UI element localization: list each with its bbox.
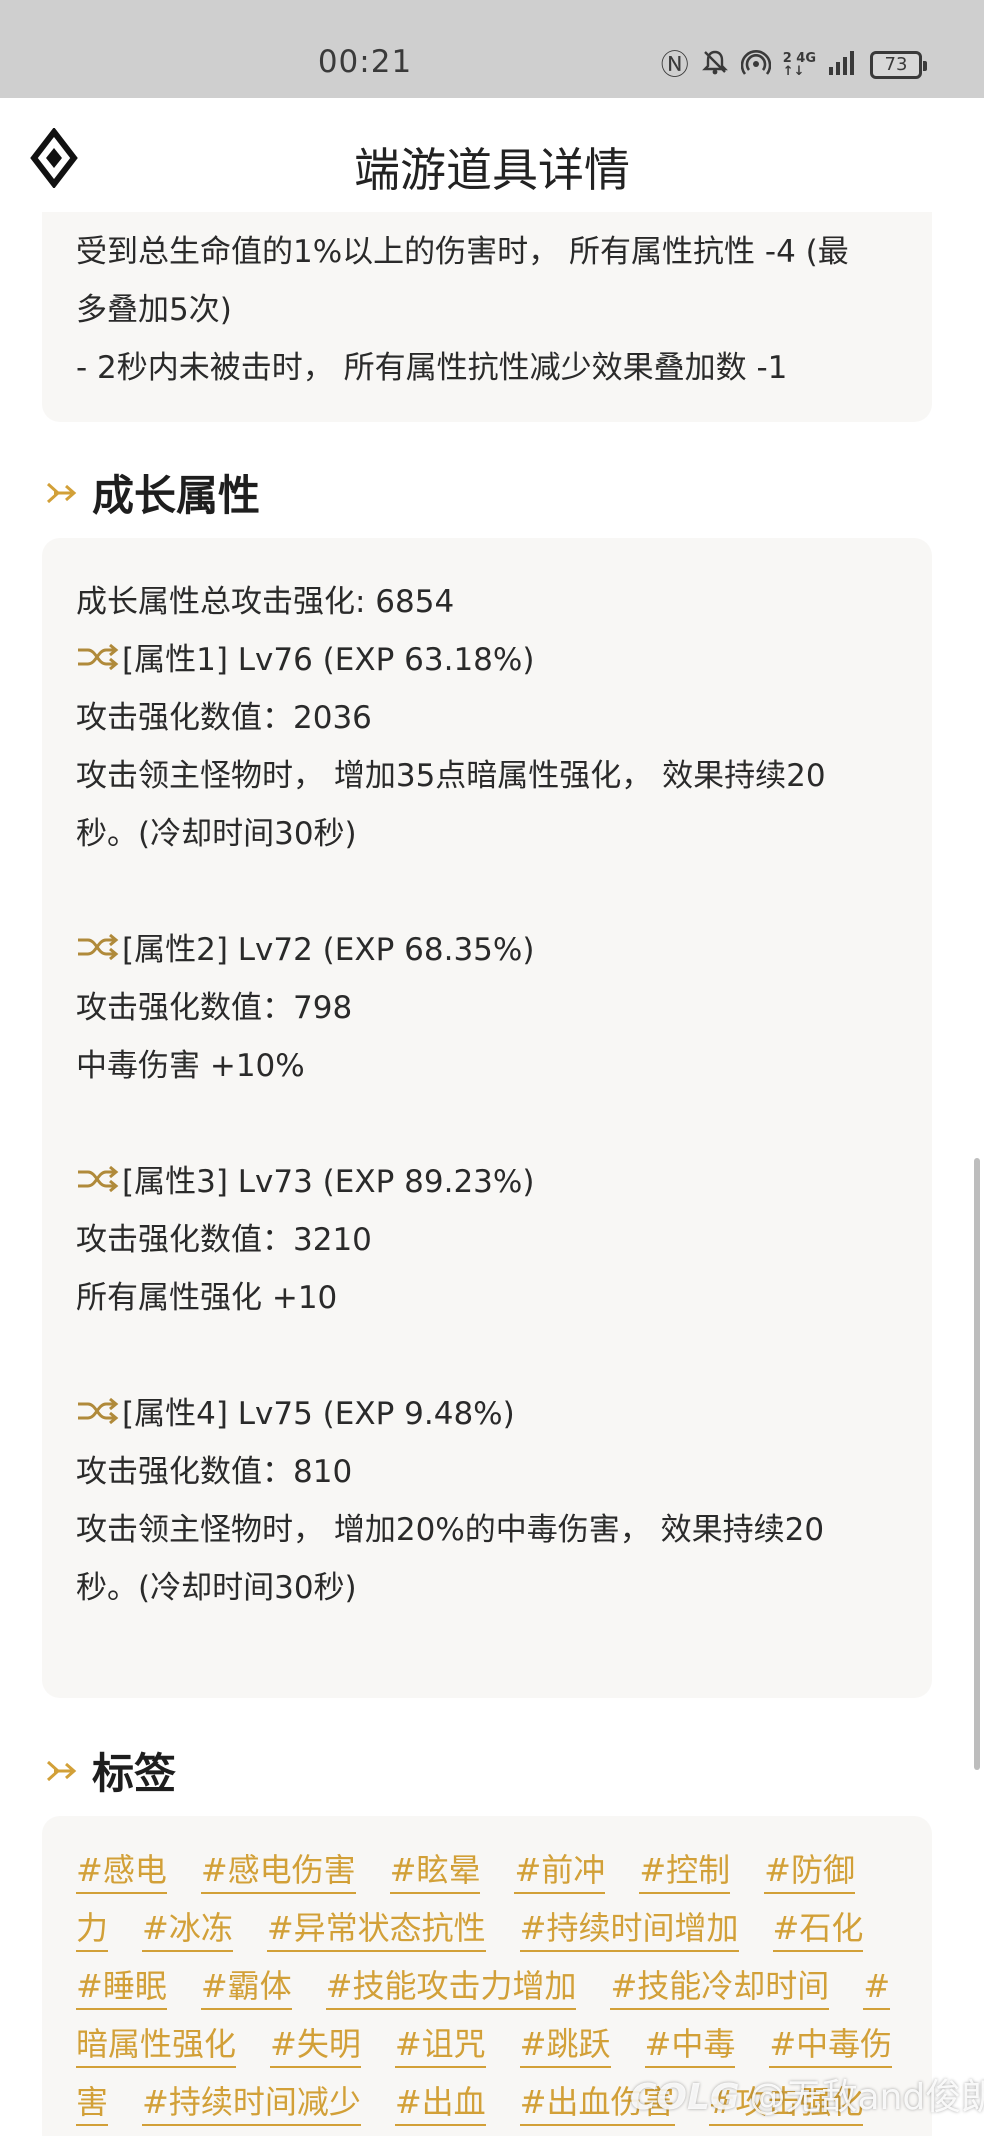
tag-link[interactable]: #技能攻击力增加: [325, 1966, 577, 2010]
effect-line: 多叠加5次): [76, 292, 232, 328]
tag-link[interactable]: #感电: [76, 1850, 167, 1894]
status-time: 00:21: [317, 44, 413, 80]
network-type: 2 4G ↑↓: [782, 51, 816, 79]
tag-row: 力 #冰冻 #异常状态抗性 #持续时间增加 #石化: [76, 1908, 864, 1952]
app-header: 端游道具详情: [0, 98, 984, 222]
tag-link[interactable]: #: [863, 1966, 891, 2010]
section-title-growth: 成长属性: [44, 462, 260, 523]
attr-header: [属性2] Lv72 (EXP 68.35%): [76, 924, 534, 969]
page-title: 端游道具详情: [354, 143, 630, 197]
scrollbar[interactable]: [974, 1158, 980, 1770]
effect-line: - 2秒内未被击时， 所有属性抗性减少效果叠加数 -1: [76, 350, 788, 386]
tag-link[interactable]: #异常状态抗性: [266, 1908, 486, 1952]
attr-desc: 所有属性强化 +10: [76, 1280, 338, 1316]
section-title-text: 标签: [92, 1750, 177, 1797]
tag-link[interactable]: #防御: [764, 1850, 855, 1894]
tag-link[interactable]: #技能冷却时间: [610, 1966, 830, 2010]
tag-link[interactable]: #控制: [639, 1850, 731, 1894]
tag-link[interactable]: #霸体: [200, 1966, 292, 2010]
section-title-text: 成长属性: [92, 472, 261, 519]
attr-value: 攻击强化数值：3210: [76, 1222, 372, 1258]
status-icons: Ⓝ 2 4G ↑↓ 73: [660, 48, 927, 82]
status-bar: 00:21 Ⓝ 2 4G ↑↓ 73: [0, 0, 984, 98]
tag-link[interactable]: #眩晕: [389, 1850, 481, 1894]
attr-desc: 秒。(冷却时间30秒): [76, 1570, 357, 1606]
arrow-right-icon: [46, 482, 77, 503]
shuffle-icon: [78, 933, 119, 960]
section-title-tags: 标签: [44, 1740, 176, 1801]
tag-link[interactable]: #持续时间增加: [519, 1908, 739, 1952]
tag-link[interactable]: 害: [76, 2082, 109, 2126]
shuffle-icon: [78, 643, 119, 670]
tag-link[interactable]: #睡眠: [76, 1966, 167, 2010]
tag-link[interactable]: 暗属性强化: [76, 2024, 237, 2068]
tag-link[interactable]: #诅咒: [394, 2024, 486, 2068]
attr-desc: 秒。(冷却时间30秒): [76, 816, 357, 852]
tag-row: 暗属性强化 #失明 #诅咒 #跳跃 #中毒 #中毒伤: [76, 2024, 893, 2068]
arrow-right-icon: [46, 1760, 77, 1781]
hotspot-icon: [740, 48, 771, 82]
effect-line: 受到总生命值的1%以上的伤害时， 所有属性抗性 -4 (最: [76, 234, 849, 270]
growth-total: 成长属性总攻击强化: 6854: [76, 584, 455, 620]
attr-desc: 攻击领主怪物时， 增加35点暗属性强化， 效果持续20: [76, 758, 826, 794]
attr-header: [属性1] Lv76 (EXP 63.18%): [76, 634, 534, 679]
tag-link[interactable]: #中毒伤: [769, 2024, 893, 2068]
shuffle-icon: [78, 1165, 119, 1192]
watermark-user: @无敌and俊朗: [749, 2077, 984, 2118]
tag-link[interactable]: #跳跃: [519, 2024, 611, 2068]
attr-header: [属性4] Lv75 (EXP 9.48%): [76, 1388, 515, 1433]
tag-link[interactable]: #中毒: [644, 2024, 736, 2068]
tag-link[interactable]: #感电伤害: [200, 1850, 356, 1894]
tag-link[interactable]: #冰冻: [142, 1908, 233, 1952]
signal-icon: [828, 49, 858, 81]
tag-link[interactable]: 力: [76, 1908, 109, 1952]
attr-value: 攻击强化数值：2036: [76, 700, 372, 736]
watermark: COLG @无敌and俊朗: [630, 2068, 984, 2120]
attr-value: 攻击强化数值：798: [76, 990, 353, 1026]
nfc-icon: Ⓝ: [660, 48, 689, 81]
tag-row: #睡眠 #霸体 #技能攻击力增加 #技能冷却时间 #: [76, 1966, 891, 2010]
shuffle-icon: [78, 1397, 119, 1424]
tag-link[interactable]: #前冲: [514, 1850, 606, 1894]
attr-desc: 攻击领主怪物时， 增加20%的中毒伤害， 效果持续20: [76, 1512, 825, 1548]
tag-link[interactable]: #石化: [772, 1908, 864, 1952]
tag-link[interactable]: #失明: [270, 2024, 361, 2068]
battery-indicator: 73: [870, 51, 927, 79]
tag-row: #感电 #感电伤害 #眩晕 #前冲 #控制 #防御: [76, 1850, 855, 1894]
attr-value: 攻击强化数值：810: [76, 1454, 353, 1490]
attr-header: [属性3] Lv73 (EXP 89.23%): [76, 1156, 534, 1201]
tag-link[interactable]: #出血: [394, 2082, 486, 2126]
attr-desc: 中毒伤害 +10%: [76, 1048, 305, 1084]
bell-muted-icon: [701, 48, 729, 82]
tag-link[interactable]: #持续时间减少: [142, 2082, 361, 2126]
watermark-brand: COLG: [630, 2077, 740, 2118]
